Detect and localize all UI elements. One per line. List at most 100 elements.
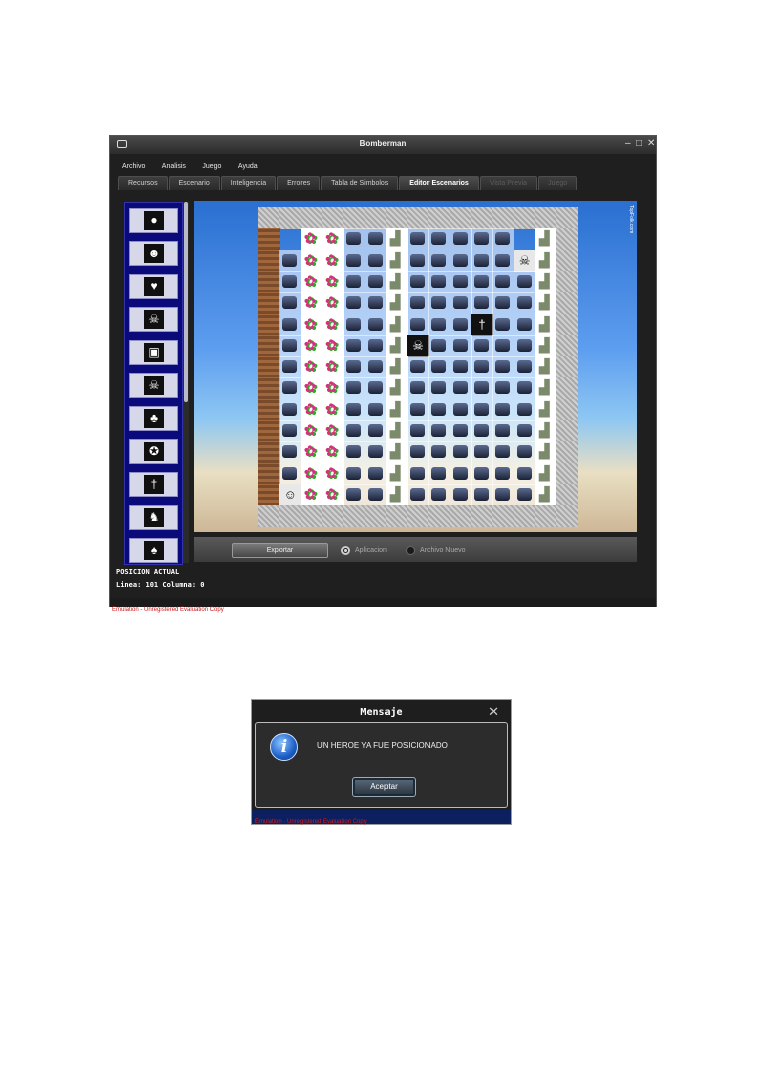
grid-cell-block[interactable] [279, 398, 302, 421]
grid-cell-stone[interactable] [556, 292, 579, 315]
grid-cell-flower[interactable] [321, 398, 344, 421]
grid-cell-block[interactable] [471, 420, 493, 442]
palette-button[interactable]: ♥ [129, 274, 178, 299]
menu-ayuda[interactable]: Ayuda [238, 163, 258, 170]
grid-cell-block[interactable] [428, 334, 451, 357]
grid-cell-block[interactable] [471, 270, 493, 293]
skull-crossbones-icon[interactable]: ☠ [407, 334, 430, 357]
grid-cell-block[interactable] [492, 334, 515, 357]
grid-cell-block[interactable] [449, 483, 472, 506]
palette-button[interactable]: ♞ [129, 505, 178, 530]
palette-button[interactable]: † [129, 472, 178, 497]
grid-cell-block[interactable] [364, 441, 387, 464]
grid-cell-stone[interactable] [534, 505, 557, 528]
grid-cell-block[interactable] [513, 441, 536, 464]
grid-cell-stone[interactable] [321, 207, 344, 229]
grid-cell-brick[interactable] [258, 334, 280, 357]
grid-cell-stone[interactable] [385, 505, 408, 528]
grid-cell-block[interactable] [407, 270, 430, 293]
grid-cell-stone[interactable] [556, 270, 579, 293]
scenario-grid[interactable]: ☠ † ☠ ☺ [258, 207, 579, 528]
tab-recursos[interactable]: Recursos [118, 176, 168, 190]
grid-cell-block[interactable] [364, 334, 387, 357]
grid-cell-block[interactable] [407, 292, 430, 315]
grid-cell-flower[interactable] [300, 356, 323, 379]
grid-cell-flower[interactable] [321, 483, 344, 506]
grid-cell-cactus[interactable] [534, 441, 557, 464]
grid-cell-cactus[interactable] [534, 377, 557, 400]
grid-cell-flower[interactable] [300, 249, 323, 272]
grid-cell-brick[interactable] [258, 270, 280, 293]
grid-cell-flower[interactable] [300, 420, 323, 442]
maximize-icon[interactable]: □ [636, 138, 642, 150]
grid-cell-stone[interactable] [556, 249, 579, 272]
scenario-canvas[interactable]: TopFolk.com ☠ † ☠ ☺ [194, 201, 637, 532]
grid-cell-block[interactable] [428, 249, 451, 272]
grid-cell-flower[interactable] [300, 270, 323, 293]
grid-cell-block[interactable] [492, 483, 515, 506]
grid-cell-block[interactable] [279, 292, 302, 315]
grid-cell-block[interactable] [492, 377, 515, 400]
grid-cell-stone[interactable] [407, 505, 430, 528]
grid-cell-block[interactable] [343, 483, 366, 506]
grid-cell-flower[interactable] [300, 313, 323, 336]
grid-cell-flower[interactable] [300, 462, 323, 485]
grid-cell-flower[interactable] [300, 377, 323, 400]
grid-cell-stone[interactable] [556, 334, 579, 357]
grid-cell-cactus[interactable] [385, 270, 408, 293]
grid-cell-stone[interactable] [534, 207, 557, 229]
grid-cell-cactus[interactable] [385, 377, 408, 400]
menu-juego[interactable]: Juego [202, 163, 221, 170]
tiki-hammer-icon[interactable]: † [471, 313, 493, 336]
grid-cell-brick[interactable] [258, 420, 280, 442]
grid-cell-stone[interactable] [300, 207, 323, 229]
grid-cell-block[interactable] [513, 398, 536, 421]
grid-cell-block[interactable] [492, 249, 515, 272]
grid-cell-block[interactable] [343, 462, 366, 485]
grid-cell-block[interactable] [513, 462, 536, 485]
grid-cell-flower[interactable] [300, 334, 323, 357]
grid-cell-stone[interactable] [258, 207, 280, 229]
grid-cell-brick[interactable] [258, 249, 280, 272]
grid-cell-block[interactable] [279, 441, 302, 464]
grid-cell-brick[interactable] [258, 313, 280, 336]
grid-cell-cactus[interactable] [534, 398, 557, 421]
grid-cell-block[interactable] [449, 356, 472, 379]
grid-cell-stone[interactable] [556, 313, 579, 336]
grid-cell-brick[interactable] [258, 483, 280, 506]
grid-cell-cactus[interactable] [534, 228, 557, 251]
grid-cell-block[interactable] [492, 356, 515, 379]
grid-cell-block[interactable] [407, 462, 430, 485]
grid-cell-block[interactable] [343, 356, 366, 379]
grid-cell-block[interactable] [449, 313, 472, 336]
grid-cell-block[interactable] [279, 377, 302, 400]
grid-cell-block[interactable] [492, 398, 515, 421]
grid-cell-block[interactable] [407, 249, 430, 272]
palette-scrollbar[interactable] [183, 202, 189, 563]
grid-cell-brick[interactable] [258, 356, 280, 379]
palette-button[interactable]: ♣ [129, 406, 178, 431]
grid-cell-block[interactable] [343, 270, 366, 293]
grid-cell-stone[interactable] [471, 207, 493, 229]
grid-cell-block[interactable] [513, 270, 536, 293]
grid-cell-block[interactable] [492, 462, 515, 485]
grid-cell-cactus[interactable] [534, 249, 557, 272]
grid-cell-block[interactable] [279, 356, 302, 379]
grid-cell-block[interactable] [364, 483, 387, 506]
export-button[interactable]: Exportar [232, 543, 328, 558]
close-icon[interactable]: ✕ [488, 705, 499, 718]
grid-cell-block[interactable] [492, 441, 515, 464]
palette-button[interactable]: ☠ [129, 373, 178, 398]
grid-cell-stone[interactable] [556, 462, 579, 485]
grid-cell-block[interactable] [449, 462, 472, 485]
grid-cell-brick[interactable] [258, 398, 280, 421]
grid-cell-flower[interactable] [321, 441, 344, 464]
grid-cell-block[interactable] [428, 462, 451, 485]
grid-cell-brick[interactable] [258, 228, 280, 251]
grid-cell-cactus[interactable] [385, 398, 408, 421]
grid-cell-block[interactable] [471, 398, 493, 421]
grid-cell-stone[interactable] [385, 207, 408, 229]
grid-cell-cactus[interactable] [385, 313, 408, 336]
grid-cell-block[interactable] [343, 441, 366, 464]
grid-cell-block[interactable] [449, 228, 472, 251]
